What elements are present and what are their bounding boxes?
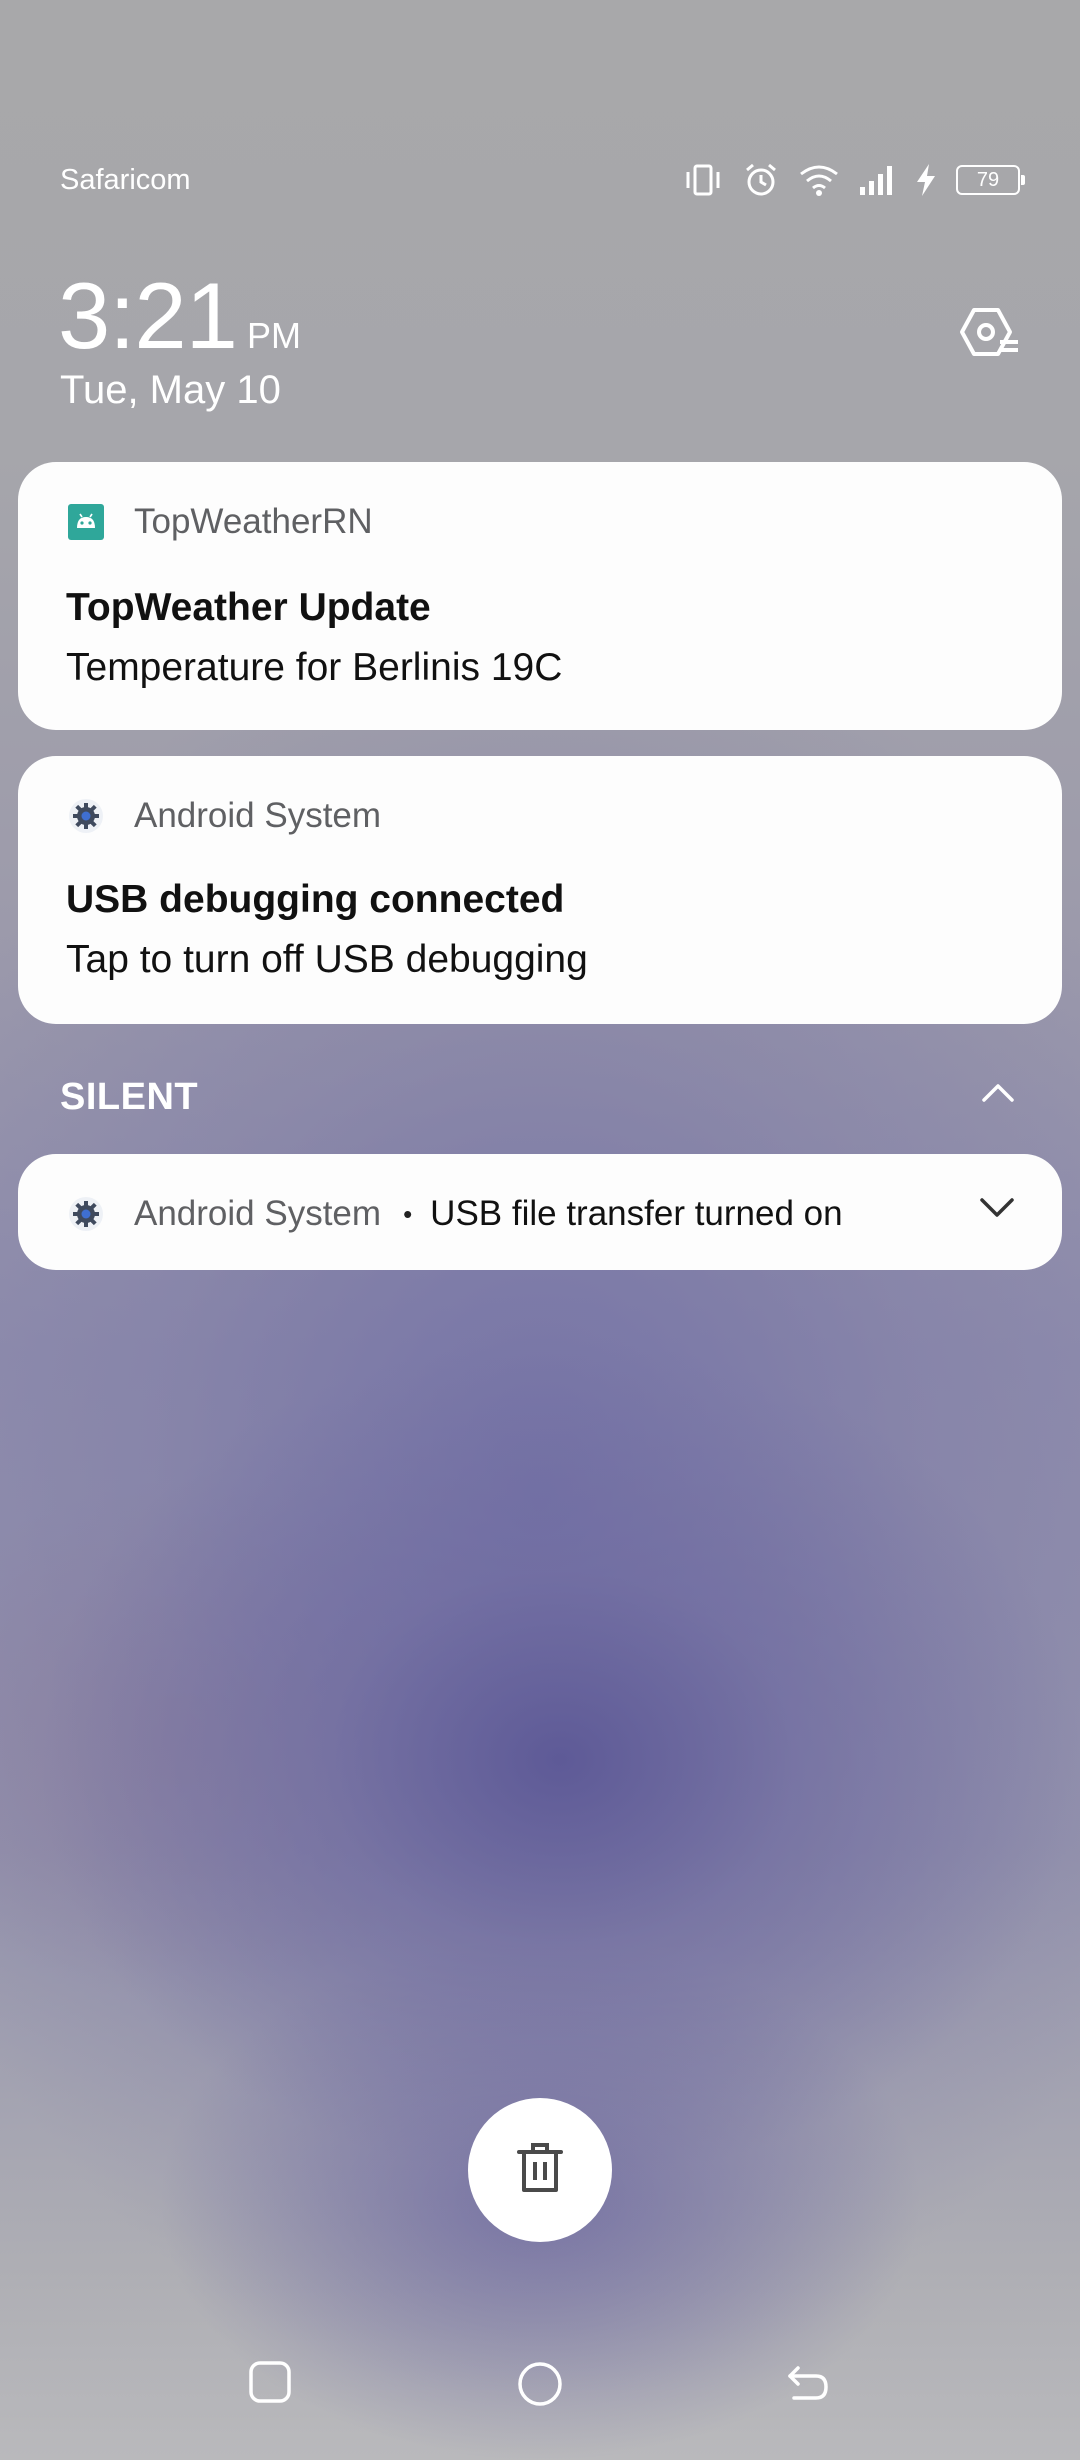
gear-icon — [68, 798, 104, 834]
alarm-icon — [742, 161, 780, 199]
notification-summary: USB file transfer turned on — [430, 1194, 843, 1233]
trash-icon — [515, 2140, 565, 2201]
battery-icon: 79 — [956, 165, 1025, 195]
carrier-name: Safaricom — [60, 164, 191, 196]
notification-app-name: TopWeatherRN — [134, 502, 373, 541]
wifi-icon — [798, 162, 840, 198]
chevron-down-icon[interactable] — [978, 1194, 1016, 1225]
notification-card[interactable]: TopWeatherRN TopWeather Update Temperatu… — [18, 462, 1062, 730]
vibrate-icon — [682, 162, 724, 198]
android-app-icon — [68, 504, 104, 540]
status-bar: Safaricom 79 — [0, 150, 1080, 210]
notification-app-name: Android System — [134, 796, 382, 835]
chevron-up-icon[interactable] — [980, 1080, 1016, 1109]
lockscreen-date: Tue, May 10 — [60, 368, 281, 412]
recent-apps-button[interactable] — [248, 2360, 292, 2409]
home-button[interactable] — [516, 2360, 564, 2413]
notification-card[interactable]: Android System USB debugging connected T… — [18, 756, 1062, 1024]
clock-ampm: PM — [246, 315, 301, 356]
notification-header: Android System — [68, 796, 381, 836]
notification-title: USB debugging connected — [66, 878, 565, 921]
charging-icon — [914, 162, 938, 198]
notification-header: Android System • USB file transfer turne… — [68, 1194, 843, 1234]
gear-icon — [68, 1196, 104, 1232]
notification-text: Temperature for Berlinis 19C — [66, 646, 563, 689]
notification-title: TopWeather Update — [66, 586, 431, 629]
notification-text: Tap to turn off USB debugging — [66, 938, 588, 981]
back-button[interactable] — [784, 2360, 832, 2409]
silent-notification-card[interactable]: Android System • USB file transfer turne… — [18, 1154, 1062, 1270]
lockscreen-clock: 3:21 PM — [58, 262, 301, 370]
clear-all-button[interactable] — [468, 2098, 612, 2242]
silent-section-label: SILENT — [60, 1076, 199, 1118]
separator-dot: • — [403, 1198, 413, 1229]
notification-settings-icon[interactable] — [956, 304, 1022, 365]
status-icons: 79 — [682, 160, 1025, 200]
notification-header: TopWeatherRN — [68, 502, 373, 542]
clock-time: 3:21 — [58, 263, 238, 368]
notification-app-name: Android System — [134, 1194, 382, 1233]
signal-icon — [858, 163, 896, 197]
